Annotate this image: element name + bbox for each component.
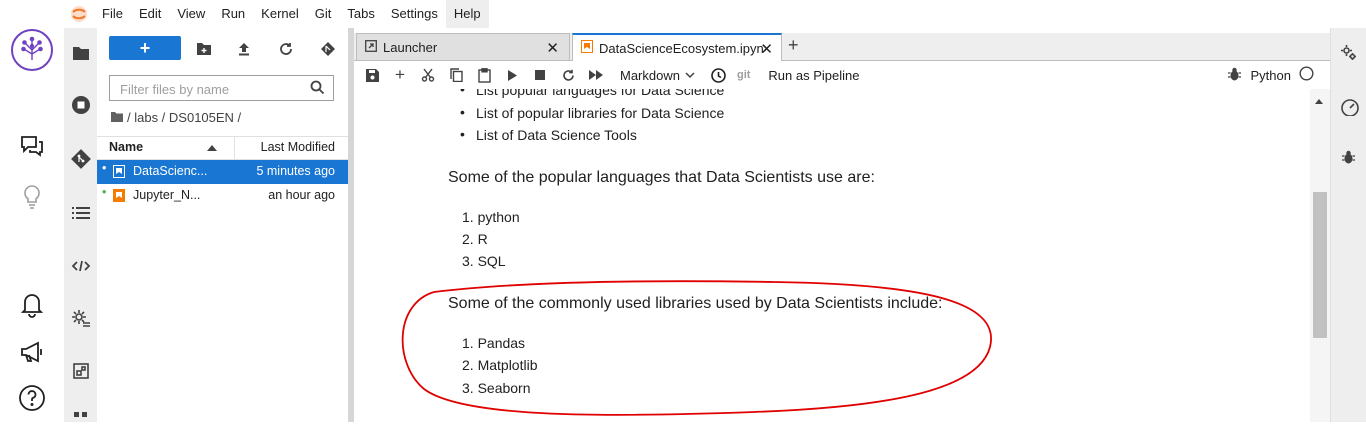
restart-icon[interactable]: [554, 63, 582, 87]
app-logo-icon[interactable]: [10, 28, 54, 72]
file-browser-panel: + / labs / DS0105EN / Name Last Modified…: [97, 28, 348, 422]
menu-kernel[interactable]: Kernel: [253, 0, 307, 28]
file-list-header: Name Last Modified: [97, 136, 348, 160]
lightbulb-icon[interactable]: [16, 181, 48, 213]
close-icon[interactable]: ✕: [760, 40, 773, 58]
cut-icon[interactable]: [414, 63, 442, 87]
git-clone-icon[interactable]: [315, 38, 341, 60]
scroll-up-arrow-icon[interactable]: [1315, 92, 1323, 107]
stop-icon[interactable]: [526, 63, 554, 87]
save-icon[interactable]: [358, 63, 386, 87]
announcement-megaphone-icon[interactable]: [16, 336, 48, 368]
more-panels-icon[interactable]: [68, 406, 94, 432]
notifications-bell-icon[interactable]: [16, 288, 48, 320]
paste-icon[interactable]: [470, 63, 498, 87]
running-dot-icon: •: [102, 185, 107, 199]
extension-manager-icon[interactable]: [68, 358, 94, 384]
sort-caret-up-icon: [207, 141, 217, 155]
menu-file[interactable]: File: [94, 0, 131, 28]
git-diff-label[interactable]: git: [737, 69, 750, 81]
insert-cell-icon[interactable]: +: [386, 63, 414, 87]
scrollbar-thumb[interactable]: [1313, 192, 1327, 338]
running-dot-icon: •: [102, 161, 107, 175]
file-modified: 5 minutes ago: [256, 164, 335, 178]
menu-help[interactable]: Help: [445, 0, 489, 28]
run-as-pipeline-button[interactable]: Run as Pipeline: [768, 68, 859, 83]
help-icon[interactable]: [16, 382, 48, 414]
debugger-bug-icon[interactable]: [1227, 67, 1241, 84]
restart-run-all-icon[interactable]: [582, 63, 610, 87]
file-name: Jupyter_N...: [133, 188, 201, 202]
jupyter-logo-icon: [64, 0, 94, 28]
running-kernels-icon[interactable]: [68, 92, 94, 118]
close-icon[interactable]: ✕: [546, 39, 559, 57]
refresh-icon[interactable]: [273, 38, 299, 60]
tab-notebook-label: DataScienceEcosystem.ipyn: [599, 40, 764, 56]
menu-settings[interactable]: Settings: [383, 0, 446, 28]
property-inspector-icon[interactable]: [68, 306, 94, 332]
left-rail: [0, 0, 64, 422]
menu-tabs[interactable]: Tabs: [339, 0, 382, 28]
column-name-header[interactable]: Name: [109, 140, 143, 154]
menu-bar: File Edit View Run Kernel Git Tabs Setti…: [64, 0, 1366, 28]
folder-icon[interactable]: [68, 40, 94, 66]
menu-run[interactable]: Run: [213, 0, 253, 28]
run-icon[interactable]: [498, 63, 526, 87]
upload-icon[interactable]: [231, 38, 257, 60]
menu-edit[interactable]: Edit: [131, 0, 169, 28]
tab-bar: Launcher ✕ DataScienceEcosystem.ipyn ✕ +: [354, 33, 1330, 61]
new-folder-icon[interactable]: [191, 38, 217, 60]
copy-icon[interactable]: [442, 63, 470, 87]
table-of-contents-icon[interactable]: [68, 200, 94, 226]
file-row-jupyter[interactable]: • Jupyter_N... an hour ago: [97, 184, 348, 208]
notebook-content[interactable]: • List popular languages for Data Scienc…: [354, 89, 1310, 422]
menu-view[interactable]: View: [169, 0, 213, 28]
new-tab-plus-icon[interactable]: +: [788, 35, 799, 56]
filter-field[interactable]: [109, 75, 334, 101]
column-divider: [234, 137, 235, 159]
notebook-toolbar: + Markdown git Run as Pipeline Python: [354, 61, 1330, 90]
tab-launcher[interactable]: Launcher ✕: [356, 33, 570, 60]
git-icon[interactable]: [68, 146, 94, 172]
cell-type-value: Markdown: [620, 67, 680, 83]
tab-launcher-label: Launcher: [383, 39, 438, 55]
chevron-down-icon: [685, 71, 695, 78]
menu-git[interactable]: Git: [307, 0, 340, 28]
notebook-icon: [113, 189, 125, 205]
filter-files-input[interactable]: [118, 77, 312, 101]
chat-icon[interactable]: [16, 130, 48, 162]
activity-bar: [64, 28, 98, 422]
cell-type-select[interactable]: Markdown: [620, 68, 695, 83]
breadcrumb: / labs / DS0105EN /: [111, 110, 241, 125]
kernel-status-circle-icon: [1299, 66, 1314, 84]
debugger-bug-icon[interactable]: [1342, 150, 1355, 167]
breadcrumb-path[interactable]: / labs / DS0105EN /: [127, 110, 241, 125]
red-annotation-circle: [401, 280, 992, 416]
notebook-icon: [581, 40, 593, 56]
file-name: DataScienc...: [133, 164, 208, 178]
kernel-name[interactable]: Python: [1251, 68, 1291, 83]
file-row-datascience[interactable]: • DataScienc... 5 minutes ago: [97, 160, 348, 184]
property-inspector-gears-icon[interactable]: [1340, 44, 1358, 65]
notebook-icon: [113, 165, 125, 181]
right-sidebar: [1330, 28, 1366, 422]
tab-notebook[interactable]: DataScienceEcosystem.ipyn ✕: [572, 33, 782, 61]
search-icon: [310, 80, 325, 98]
clock-icon[interactable]: [705, 63, 733, 87]
file-modified: an hour ago: [268, 188, 335, 202]
home-folder-icon[interactable]: [111, 110, 123, 125]
column-modified-header[interactable]: Last Modified: [261, 140, 335, 154]
code-snippets-icon[interactable]: [68, 253, 94, 279]
launcher-icon: [365, 39, 377, 55]
resource-usage-gauge-icon[interactable]: [1340, 98, 1360, 119]
new-launcher-button[interactable]: +: [109, 36, 181, 60]
